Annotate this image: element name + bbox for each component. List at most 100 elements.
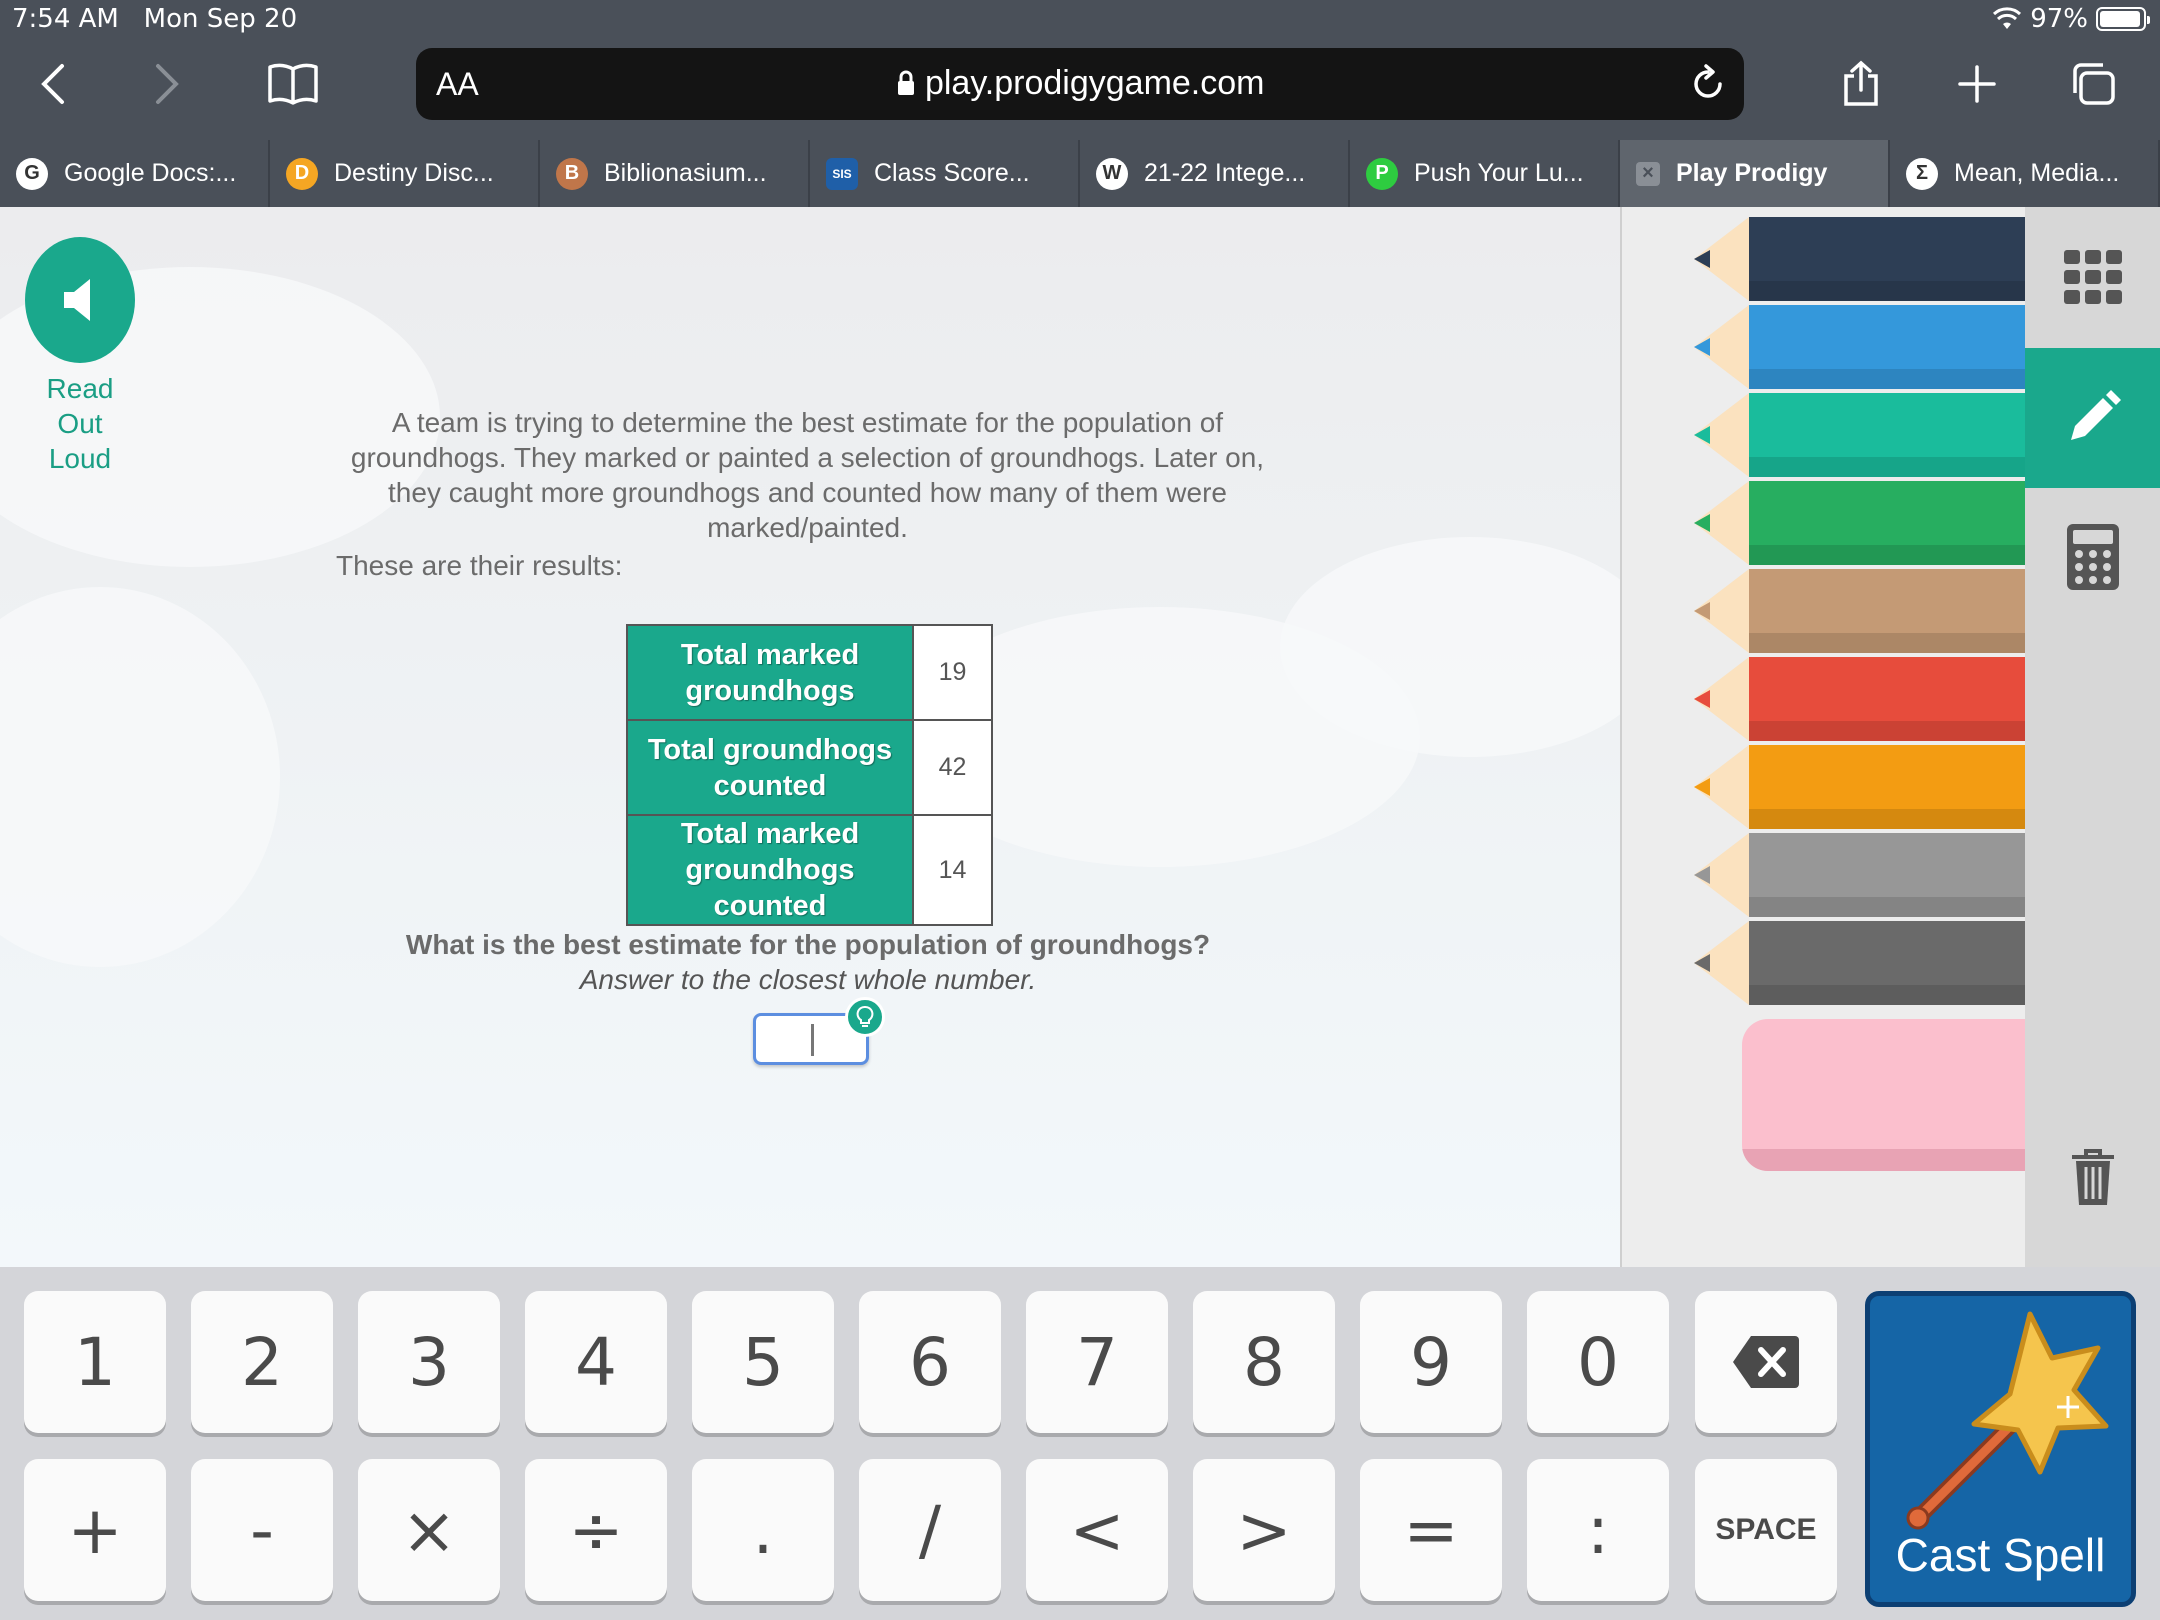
text-caret [811,1024,814,1056]
color-pencil[interactable] [1694,217,2027,301]
tab-label: Google Docs:... [64,159,237,187]
color-pencil[interactable] [1694,305,2027,389]
chevron-left-icon [41,64,64,104]
answer-keyboard: SPACE Cast Spell 1 2 3 4 5 6 7 8 9 0 + - × ÷. / < > =: [0,1267,2160,1620]
space-key[interactable]: SPACE [1695,1459,1837,1601]
color-pencil[interactable] [1694,657,2027,741]
bookmarks-button[interactable] [258,52,328,116]
clock: 7:54 AM [12,4,119,34]
key-button[interactable]: < [1026,1459,1168,1601]
key-button[interactable]: 9 [1360,1291,1502,1433]
pencil-body [1749,393,2027,477]
key-button[interactable]: 0 [1527,1291,1669,1433]
key-button[interactable]: > [1193,1459,1335,1601]
reload-icon [1694,64,1722,98]
read-out-loud-label: Read Out Loud [46,373,114,474]
reload-button[interactable] [1690,64,1726,107]
url-display[interactable]: play.prodigygame.com [416,64,1744,103]
tab-label: Push Your Lu... [1414,159,1584,187]
key-button[interactable]: 5 [692,1291,834,1433]
pencil-body [1749,305,2027,389]
share-button[interactable] [1826,52,1896,116]
favicon-icon: P [1366,157,1398,190]
status-right: 97% [1992,4,2150,34]
color-pencil[interactable] [1694,481,2027,565]
browser-tab[interactable]: SIS Class Score... [810,140,1080,207]
key-button[interactable]: 1 [24,1291,166,1433]
color-pencil[interactable] [1694,393,2027,477]
key-button[interactable]: 2 [191,1291,333,1433]
apps-grid-button[interactable] [2025,207,2160,347]
key-button[interactable]: 3 [358,1291,500,1433]
browser-tab[interactable]: D Destiny Disc... [270,140,540,207]
browser-tab[interactable]: G Google Docs:... [0,140,270,207]
table-row: Total marked groundhogs 19 [626,624,993,721]
browser-tab[interactable]: Σ Mean, Media... [1890,140,2160,207]
table-row: Total marked groundhogs counted 14 [626,814,993,926]
read-out-loud-button[interactable] [25,237,135,363]
color-pencil[interactable] [1694,569,2027,653]
key-button[interactable]: 7 [1026,1291,1168,1433]
key-button[interactable]: / [859,1459,1001,1601]
key-button[interactable]: × [358,1459,500,1601]
tab-overview-button[interactable] [2058,52,2128,116]
grid-icon [2063,250,2122,304]
browser-tab[interactable]: × Play Prodigy [1620,140,1890,207]
pencil-body [1749,921,2027,1005]
plus-icon [1958,65,1996,103]
key-button[interactable]: 4 [525,1291,667,1433]
key-button[interactable]: - [191,1459,333,1601]
key-button[interactable]: . [692,1459,834,1601]
table-label-cell: Total groundhogs counted [626,719,914,816]
tab-strip: G Google Docs:... D Destiny Disc... B Biblion… [0,140,2160,207]
forward-button[interactable] [132,52,202,116]
key-button[interactable]: 8 [1193,1291,1335,1433]
color-pencil[interactable] [1694,921,2027,1005]
key-button[interactable]: = [1360,1459,1502,1601]
back-button[interactable] [18,52,88,116]
pencil-lead [1694,602,1710,620]
browser-tab[interactable]: B Biblionasium... [540,140,810,207]
results-intro: These are their results: [336,550,623,581]
cast-spell-button[interactable]: Cast Spell [1865,1291,2136,1607]
color-pencil[interactable] [1694,745,2027,829]
pencil-lead [1694,954,1710,972]
pencil-body [1749,217,2027,301]
hint-button[interactable] [845,997,885,1037]
address-bar[interactable]: AA play.prodigygame.com [416,48,1744,120]
calculator-button[interactable] [2025,487,2160,627]
eraser-tool[interactable] [1742,1019,2027,1171]
ask-text: What is the best estimate for the popula… [405,929,1211,960]
date: Mon Sep 20 [143,4,298,34]
key-button[interactable]: : [1527,1459,1669,1601]
new-tab-button[interactable] [1942,52,2012,116]
browser-tab[interactable]: W 21-22 Intege... [1080,140,1350,207]
wifi-icon [1993,7,2022,29]
key-button[interactable]: + [24,1459,166,1601]
pencil-lead [1694,426,1710,444]
chevron-right-icon [156,64,179,104]
battery-percent: 97% [2030,4,2088,34]
key-button[interactable]: 6 [859,1291,1001,1433]
key-button[interactable]: ÷ [525,1459,667,1601]
game-area: Read Out Loud A team is trying to determ… [0,207,1620,1267]
favicon-icon: SIS [826,157,858,190]
color-pencil[interactable] [1694,833,2027,917]
lightbulb-icon [856,1006,874,1027]
pencil-body [1749,657,2027,741]
pencil-body [1749,481,2027,565]
magic-wand-icon [1906,1311,2109,1530]
browser-tab[interactable]: P Push Your Lu... [1350,140,1620,207]
backspace-key[interactable] [1695,1291,1837,1433]
favicon-icon: D [286,157,318,190]
tab-label: Mean, Media... [1954,159,2120,187]
tool-sidebar [2025,207,2160,1267]
lock-icon [897,70,914,95]
clear-drawing-button[interactable] [2025,1127,2160,1227]
tab-label: 21-22 Intege... [1144,159,1306,187]
favicon-icon: W [1096,157,1128,190]
close-tab-icon[interactable]: × [1636,161,1660,186]
pencil-tool-button[interactable] [2025,348,2160,488]
trash-icon [2071,1149,2114,1205]
pencil-lead [1694,250,1710,268]
